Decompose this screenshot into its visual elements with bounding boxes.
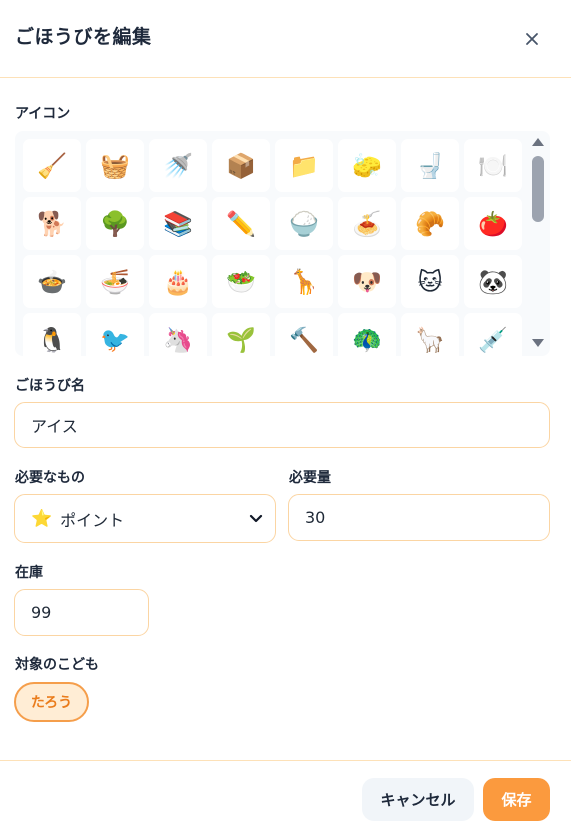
icon-option[interactable]: 🔨 [275,313,333,356]
icon-option[interactable]: 🥐 [401,197,459,250]
icon-option[interactable]: 🍽️ [464,139,522,192]
icon-option[interactable]: 🧽 [338,139,396,192]
reward-name-value: アイス [31,417,78,436]
icon-option[interactable]: 🧹 [23,139,81,192]
icon-option[interactable]: 🐕 [23,197,81,250]
icon-option[interactable]: 🦙 [401,313,459,356]
icon-option[interactable]: 🐼 [464,255,522,308]
required-item-select[interactable]: ⭐ ポイント [14,494,276,543]
icon-option[interactable]: 🐧 [23,313,81,356]
icon-option[interactable]: 🚿 [149,139,207,192]
cancel-button[interactable]: キャンセル [362,778,474,821]
stock-label: 在庫 [15,565,43,581]
icon-option[interactable]: 🚽 [401,139,459,192]
required-item-selected: ⭐ ポイント [31,507,124,531]
icon-section-label: アイコン [15,106,71,122]
icon-option[interactable]: 🌳 [86,197,144,250]
icon-option[interactable]: 💉 [464,313,522,356]
icon-option[interactable]: 🐶 [338,255,396,308]
icon-option[interactable]: 🦄 [149,313,207,356]
required-amount-value: 30 [305,508,326,527]
dialog-title: ごほうびを編集 [15,26,152,48]
icon-option[interactable]: 📦 [212,139,270,192]
child-chip-taro[interactable]: たろう [14,682,89,722]
stock-value: 99 [31,603,52,622]
chevron-down-icon [249,509,263,528]
icon-option[interactable]: 🍝 [338,197,396,250]
icon-option[interactable]: 🍜 [86,255,144,308]
icon-option[interactable]: 🌱 [212,313,270,356]
stock-input[interactable]: 99 [14,589,149,636]
scroll-up-arrow-icon[interactable] [532,138,544,146]
icon-picker[interactable]: 🧹 🧺 🚿 📦 📁 🧽 🚽 🍽️ 🐕 🌳 📚 ✏️ 🍚 🍝 🥐 🍅 🍲 🍜 🎂 🥗 🦒 🐶 🐱 🐼 🐧 🐦 🦄 🌱 🔨 🦚 🦙 💉 [15,131,550,356]
close-button[interactable] [518,26,546,52]
icon-option[interactable]: ✏️ [212,197,270,250]
icon-option[interactable]: 🍲 [23,255,81,308]
scrollbar-thumb[interactable] [532,156,544,222]
icon-option[interactable]: 🐦 [86,313,144,356]
required-amount-input[interactable]: 30 [288,494,550,541]
icon-option[interactable]: 📚 [149,197,207,250]
icon-grid: 🧹 🧺 🚿 📦 📁 🧽 🚽 🍽️ 🐕 🌳 📚 ✏️ 🍚 🍝 🥐 🍅 🍲 🍜 🎂 🥗 🦒 🐶 🐱 🐼 🐧 🐦 🦄 🌱 🔨 🦚 🦙 💉 [23,139,523,356]
required-item-label: 必要なもの [15,470,85,486]
required-amount-label: 必要量 [289,470,331,486]
icon-option[interactable]: 🦒 [275,255,333,308]
dialog-header: ごほうびを編集 [0,0,571,78]
icon-option[interactable]: 🐱 [401,255,459,308]
icon-option[interactable]: 🍅 [464,197,522,250]
icon-option[interactable]: 🍚 [275,197,333,250]
icon-option[interactable]: 🧺 [86,139,144,192]
target-child-label: 対象のこども [15,657,99,673]
reward-name-label: ごほうび名 [15,378,85,394]
required-item-value: ポイント [60,510,125,530]
reward-name-input[interactable]: アイス [14,402,550,448]
icon-option[interactable]: 🎂 [149,255,207,308]
icon-picker-scrollbar[interactable] [530,134,546,350]
icon-option[interactable]: 🥗 [212,255,270,308]
icon-option[interactable]: 📁 [275,139,333,192]
star-icon: ⭐ [31,508,53,529]
icon-option[interactable]: 🦚 [338,313,396,356]
close-icon [525,32,539,46]
save-button[interactable]: 保存 [483,778,550,821]
scroll-down-arrow-icon[interactable] [532,339,544,347]
